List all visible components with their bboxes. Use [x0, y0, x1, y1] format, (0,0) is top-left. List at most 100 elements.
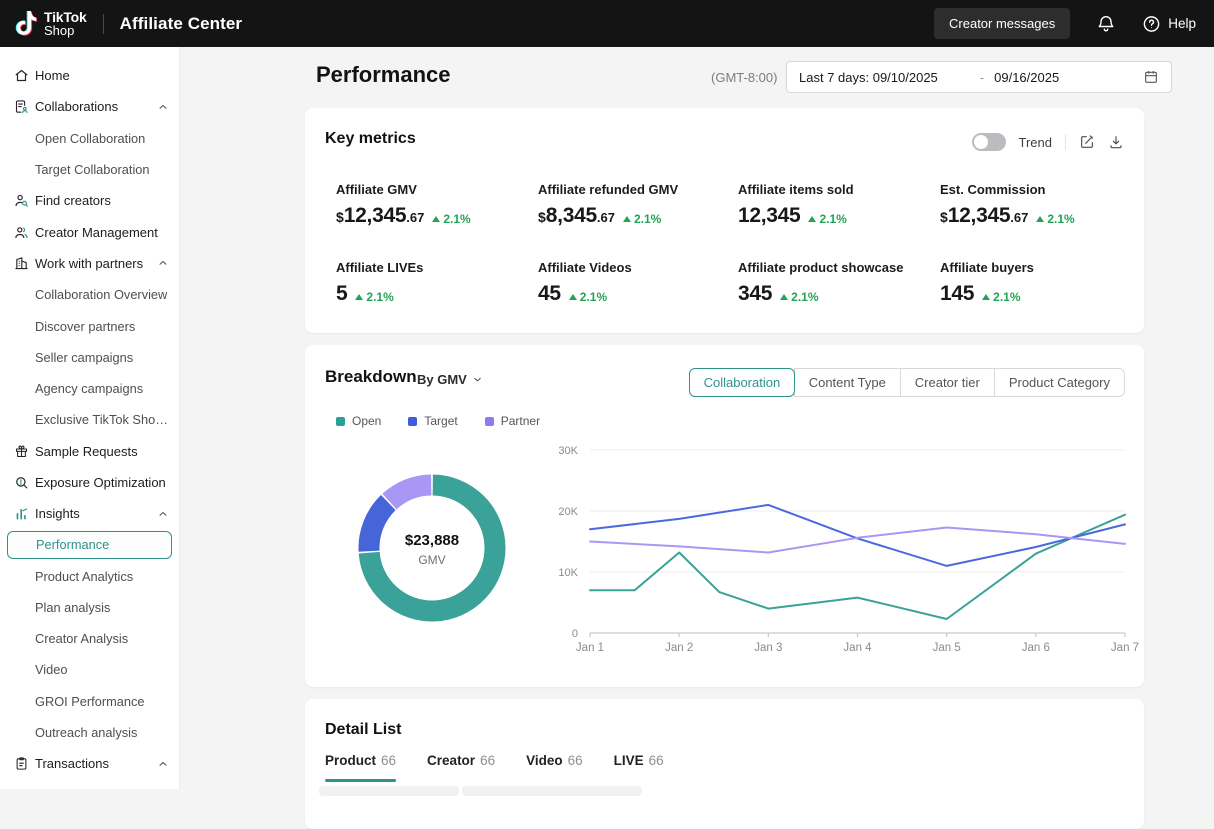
sidebar-item-label: Seller campaigns [35, 350, 133, 365]
controls-divider [1065, 134, 1066, 150]
metric-value: 12,345 [738, 204, 800, 228]
legend-swatch [336, 417, 345, 426]
sidebar-item-outreach-analysis[interactable]: Outreach analysis [0, 717, 179, 748]
metric-currency: $ [940, 209, 948, 225]
delta-up-icon [355, 294, 363, 300]
sidebar-item-label: Video [35, 662, 68, 677]
edit-icon[interactable] [1079, 134, 1095, 150]
tiktok-shop-logo[interactable]: TikTok Shop [14, 10, 87, 38]
metric-label: Affiliate Videos [538, 260, 738, 275]
bell-icon[interactable] [1096, 14, 1116, 34]
legend-label: Target [424, 414, 457, 428]
detail-tab-video[interactable]: Video66 [526, 753, 583, 782]
sidebar-item-agency-campaigns[interactable]: Agency campaigns [0, 373, 179, 404]
metric-label: Affiliate items sold [738, 182, 940, 197]
sidebar-item-collaboration-overview[interactable]: Collaboration Overview [0, 279, 179, 310]
table-skeleton-bar [319, 786, 459, 796]
delta-up-icon [780, 294, 788, 300]
sidebar-item-label: Product Analytics [35, 569, 133, 584]
tab-content-type[interactable]: Content Type [794, 368, 901, 397]
download-icon[interactable] [1108, 134, 1124, 150]
metric-value: 45 [538, 282, 561, 306]
sidebar-item-plan-analysis[interactable]: Plan analysis [0, 592, 179, 623]
trend-toggle[interactable] [972, 133, 1006, 151]
delta-value: 2.1% [791, 290, 818, 304]
detail-tab-label: Creator [427, 753, 475, 768]
metric-delta: 2.1% [432, 212, 470, 226]
delta-up-icon [1036, 216, 1044, 222]
sidebar-item-groi-performance[interactable]: GROI Performance [0, 686, 179, 717]
date-range-picker[interactable]: Last 7 days: 09/10/2025 - 09/16/2025 [786, 61, 1172, 93]
sidebar-item-exposure-optimization[interactable]: Exposure Optimization [0, 467, 179, 498]
legend-item-target[interactable]: Target [408, 414, 457, 428]
table-skeleton-bar [462, 786, 642, 796]
sidebar-item-label: Home [35, 68, 70, 83]
insights-icon [14, 506, 29, 521]
sidebar-item-insights[interactable]: Insights [0, 498, 179, 529]
delta-up-icon [623, 216, 631, 222]
detail-tab-label: Video [526, 753, 563, 768]
sidebar-item-exclusive-tiktok-shop[interactable]: Exclusive TikTok Shop ... [0, 404, 179, 435]
sidebar-item-label: GROI Performance [35, 694, 145, 709]
metric-value: 145 [940, 282, 974, 306]
app-title: Affiliate Center [120, 14, 243, 34]
y-tick-label: 0 [572, 628, 578, 640]
metric-affiliate-gmv: Affiliate GMV$12,345.672.1% [336, 182, 538, 228]
sidebar-item-creator-analysis[interactable]: Creator Analysis [0, 623, 179, 654]
transactions-icon [14, 756, 29, 771]
legend-item-partner[interactable]: Partner [485, 414, 540, 428]
detail-list-card: Detail List Product66 Creator66 Video66 LIV… [305, 699, 1144, 829]
tab-product-category[interactable]: Product Category [994, 368, 1125, 397]
sidebar-item-label: Open Collaboration [35, 131, 145, 146]
sidebar-item-collaborations[interactable]: Collaborations [0, 91, 179, 122]
help-button[interactable]: Help [1142, 14, 1196, 33]
sidebar-item-label: Sample Requests [35, 444, 138, 459]
exposure-optimization-icon [14, 475, 29, 490]
sidebar-item-sample-requests[interactable]: Sample Requests [0, 436, 179, 467]
detail-tab-product[interactable]: Product66 [325, 753, 396, 782]
breakdown-card: Breakdown By GMV CollaborationContent Ty… [305, 345, 1144, 687]
sidebar-item-home[interactable]: Home [0, 60, 179, 91]
sidebar-item-work-with-partners[interactable]: Work with partners [0, 248, 179, 279]
legend-label: Open [352, 414, 381, 428]
chevron-up-icon [157, 101, 169, 113]
x-tick-label: Jan 5 [933, 642, 961, 654]
sidebar: Home Collaborations Open Collaboration Targ… [0, 47, 180, 789]
tab-collaboration[interactable]: Collaboration [689, 368, 795, 397]
detail-tab-label: LIVE [614, 753, 644, 768]
metric-delta: 2.1% [623, 212, 661, 226]
detail-tab-creator[interactable]: Creator66 [427, 753, 495, 782]
breakdown-by-selector[interactable]: By GMV [417, 372, 483, 387]
sidebar-item-discover-partners[interactable]: Discover partners [0, 310, 179, 341]
sidebar-item-open-collaboration[interactable]: Open Collaboration [0, 123, 179, 154]
metric-label: Affiliate refunded GMV [538, 182, 738, 197]
delta-value: 2.1% [366, 290, 393, 304]
sidebar-item-label: Creator Management [35, 225, 158, 240]
sidebar-item-transactions[interactable]: Transactions [0, 748, 179, 779]
donut-center-value: $23,888 [405, 532, 459, 549]
sidebar-item-label: Performance [36, 537, 109, 552]
metric-decimal: .67 [406, 210, 424, 225]
topbar-divider [103, 14, 104, 34]
sidebar-item-target-collaboration[interactable]: Target Collaboration [0, 154, 179, 185]
sidebar-item-find-creators[interactable]: Find creators [0, 185, 179, 216]
legend-swatch [485, 417, 494, 426]
chevron-up-icon [157, 508, 169, 520]
sidebar-item-creator-management[interactable]: Creator Management [0, 216, 179, 247]
creator-messages-button[interactable]: Creator messages [934, 8, 1070, 39]
key-metrics-title: Key metrics [325, 130, 416, 148]
sidebar-item-product-analytics[interactable]: Product Analytics [0, 560, 179, 591]
delta-up-icon [432, 216, 440, 222]
tab-creator-tier[interactable]: Creator tier [900, 368, 995, 397]
calendar-icon[interactable] [1143, 69, 1159, 85]
sidebar-item-label: Transactions [35, 756, 109, 771]
legend-item-open[interactable]: Open [336, 414, 381, 428]
metric-label: Affiliate LIVEs [336, 260, 538, 275]
sidebar-item-label: Agency campaigns [35, 381, 143, 396]
detail-list-title: Detail List [325, 721, 401, 739]
sidebar-item-performance[interactable]: Performance [7, 531, 172, 559]
sidebar-item-seller-campaigns[interactable]: Seller campaigns [0, 342, 179, 373]
chevron-down-icon [472, 374, 483, 385]
detail-tab-live[interactable]: LIVE66 [614, 753, 664, 782]
sidebar-item-video[interactable]: Video [0, 654, 179, 685]
